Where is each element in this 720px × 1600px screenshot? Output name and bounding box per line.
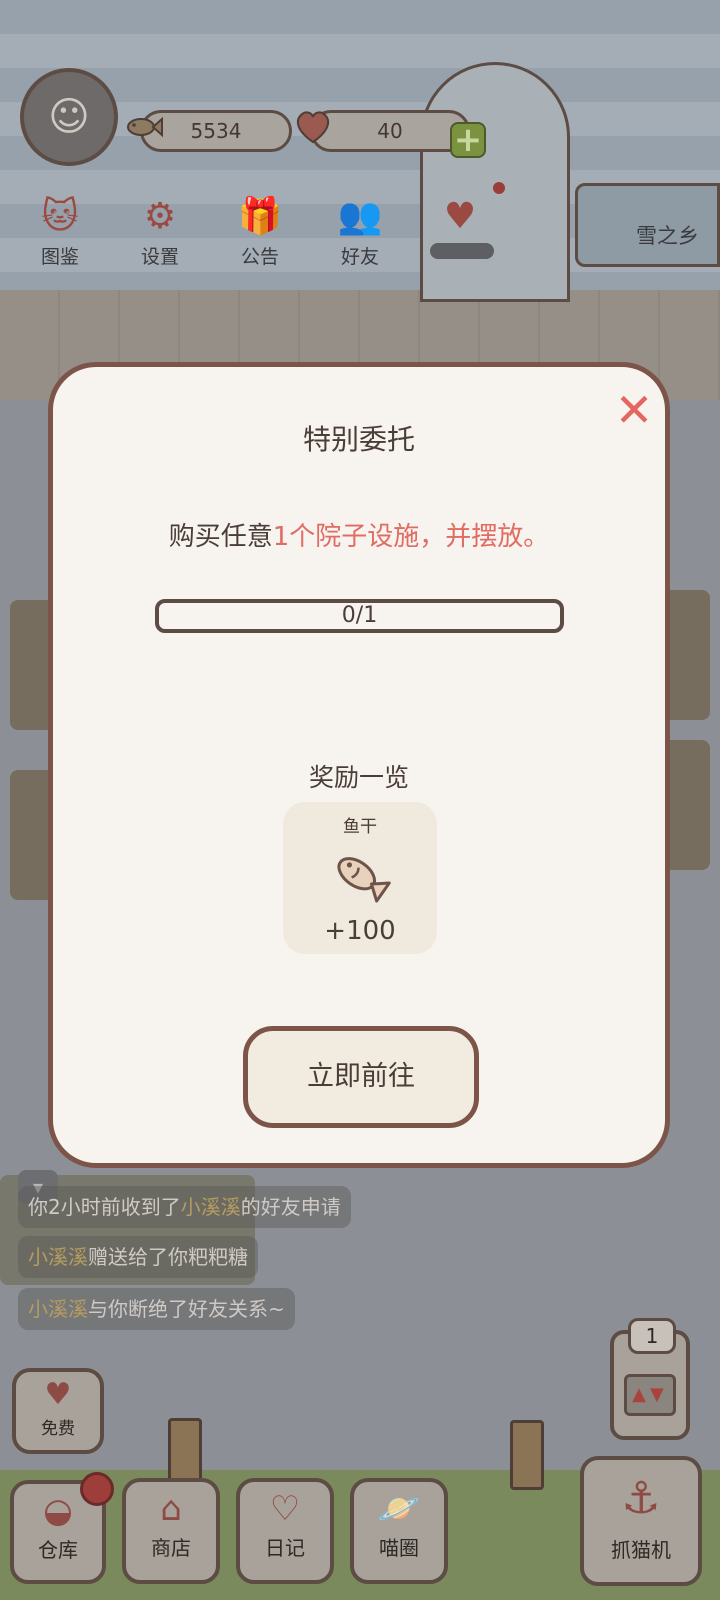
fish-count: 5534 (190, 119, 242, 143)
nav-diary-label: 日记 (265, 1536, 305, 1560)
menu-friends-label: 好友 (340, 246, 379, 268)
heart-icon: ♥ (44, 1377, 72, 1412)
dialog-title: 特别委托 (302, 423, 415, 456)
butterfly-icon: ♥ (443, 196, 477, 237)
up-down-arrows-icon: ▲▼ (624, 1374, 676, 1416)
reward-item-card: 鱼干 +100 (283, 802, 437, 954)
add-hearts-button[interactable]: + (450, 120, 486, 160)
avatar-face-icon: ☺ (48, 94, 90, 140)
chat-message: 小溪溪赠送给了你粑粑糖 (18, 1236, 258, 1278)
menu-friends[interactable]: 👥 好友 (320, 192, 400, 272)
heart-currency: 40 (296, 110, 470, 152)
menu-settings-label: 设置 (140, 246, 179, 268)
player-avatar[interactable]: ☺ (20, 68, 118, 166)
location-tab-snow-village[interactable]: 雪之乡 (575, 183, 720, 267)
menu-cat-book[interactable]: 🐱 图鉴 (20, 192, 100, 272)
heart-icon (291, 105, 335, 149)
task-description-prefix: 购买任意 (168, 522, 273, 552)
chat-message: 小溪溪与你断绝了好友关系~ (18, 1288, 295, 1330)
chat-user-name[interactable]: 小溪溪 (28, 1297, 88, 1321)
chat-user-name[interactable]: 小溪溪 (181, 1195, 241, 1219)
chat-text: 你2小时前收到了 (28, 1195, 181, 1219)
nav-shop-label: 商店 (151, 1536, 191, 1560)
fish-icon (328, 846, 392, 906)
chat-text: 的好友申请 (240, 1195, 341, 1219)
menu-cat-book-label: 图鉴 (40, 246, 79, 268)
loading-bar (430, 243, 494, 259)
nav-claw-machine-label: 抓猫机 (611, 1538, 671, 1562)
nav-shop[interactable]: ⌂ 商店 (122, 1478, 220, 1584)
task-progress-bar: 0/1 (155, 599, 564, 633)
diary-icon: ♡ (269, 1489, 301, 1529)
storage-notification-badge (80, 1472, 114, 1506)
shop-icon: ⌂ (160, 1489, 182, 1529)
reward-heading: 奖励一览 (308, 763, 409, 792)
chat-message: 你2小时前收到了小溪溪的好友申请 (18, 1186, 351, 1228)
free-heart-button[interactable]: ♥ 免费 (12, 1368, 104, 1454)
nav-storage-label: 仓库 (38, 1538, 78, 1562)
location-label: 雪之乡 (636, 224, 699, 248)
fish-icon (121, 105, 165, 149)
chat-text: 赠送给了你粑粑糖 (88, 1245, 248, 1269)
task-description: 购买任意1个院子设施，并摆放。 (48, 516, 670, 553)
machine-count: 1 (628, 1318, 676, 1354)
fish-currency: 5534 (127, 110, 292, 152)
menu-butterfly[interactable]: ♥ (420, 192, 500, 272)
claw-machine-icon: ⚓ (621, 1473, 661, 1524)
menu-settings[interactable]: ⚙ 设置 (120, 192, 200, 272)
gift-icon: 🎁 (237, 196, 283, 237)
progress-text: 0/1 (341, 603, 378, 628)
heart-count: 40 (377, 119, 403, 143)
cat-planet-icon: 🪐 (377, 1489, 421, 1529)
menu-announcement[interactable]: 🎁 公告 (220, 192, 300, 272)
nav-cat-circle-label: 喵圈 (379, 1536, 419, 1560)
menu-announcement-label: 公告 (240, 246, 279, 268)
reward-amount: +100 (324, 916, 396, 946)
reward-name: 鱼干 (343, 817, 377, 837)
machine-counter[interactable]: 1 ▲▼ (610, 1318, 690, 1440)
free-label: 免费 (41, 1419, 75, 1439)
chat-text: 与你断绝了好友关系~ (88, 1297, 285, 1321)
friends-icon: 👥 (337, 196, 383, 237)
gear-icon: ⚙ (143, 196, 177, 237)
nav-cat-circle[interactable]: 🪐 喵圈 (350, 1478, 448, 1584)
go-now-button[interactable]: 立即前往 (243, 1026, 479, 1128)
notification-dot (493, 182, 505, 194)
cat-book-icon: 🐱 (41, 196, 79, 237)
task-description-highlight: 1个院子设施，并摆放。 (272, 522, 550, 552)
nav-diary[interactable]: ♡ 日记 (236, 1478, 334, 1584)
fence-post (510, 1420, 544, 1490)
nav-claw-machine[interactable]: ⚓ 抓猫机 (580, 1456, 702, 1586)
chat-user-name[interactable]: 小溪溪 (28, 1245, 88, 1269)
